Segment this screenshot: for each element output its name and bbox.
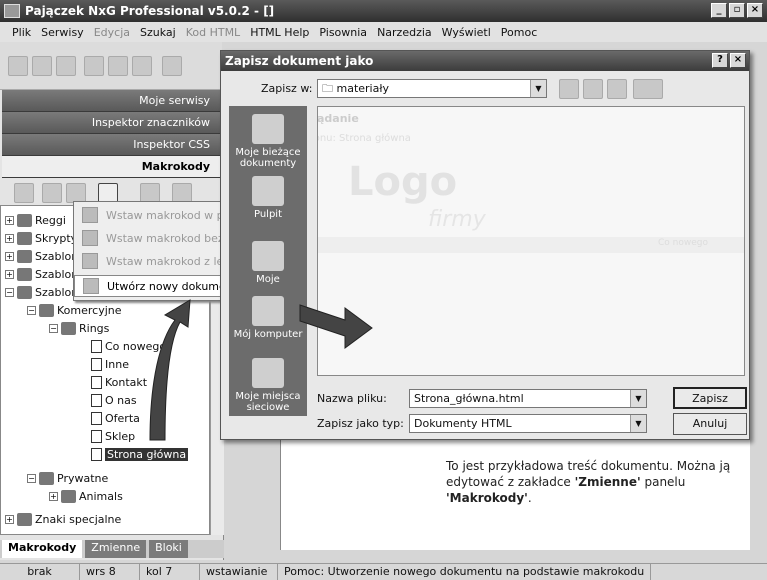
status-bar: brak wrs 8 kol 7 wstawianie Pomoc: Utwor… (0, 563, 767, 580)
status-cell: kol 7 (140, 564, 200, 580)
status-help: Pomoc: Utworzenie nowego dokumentu na po… (278, 564, 652, 580)
right-arrow-icon (299, 304, 373, 349)
status-cell: brak (0, 564, 80, 580)
tutorial-arrows (149, 299, 373, 441)
curved-arrow-icon (149, 299, 191, 441)
status-cell: wrs 8 (80, 564, 140, 580)
status-cell: wstawianie (200, 564, 278, 580)
